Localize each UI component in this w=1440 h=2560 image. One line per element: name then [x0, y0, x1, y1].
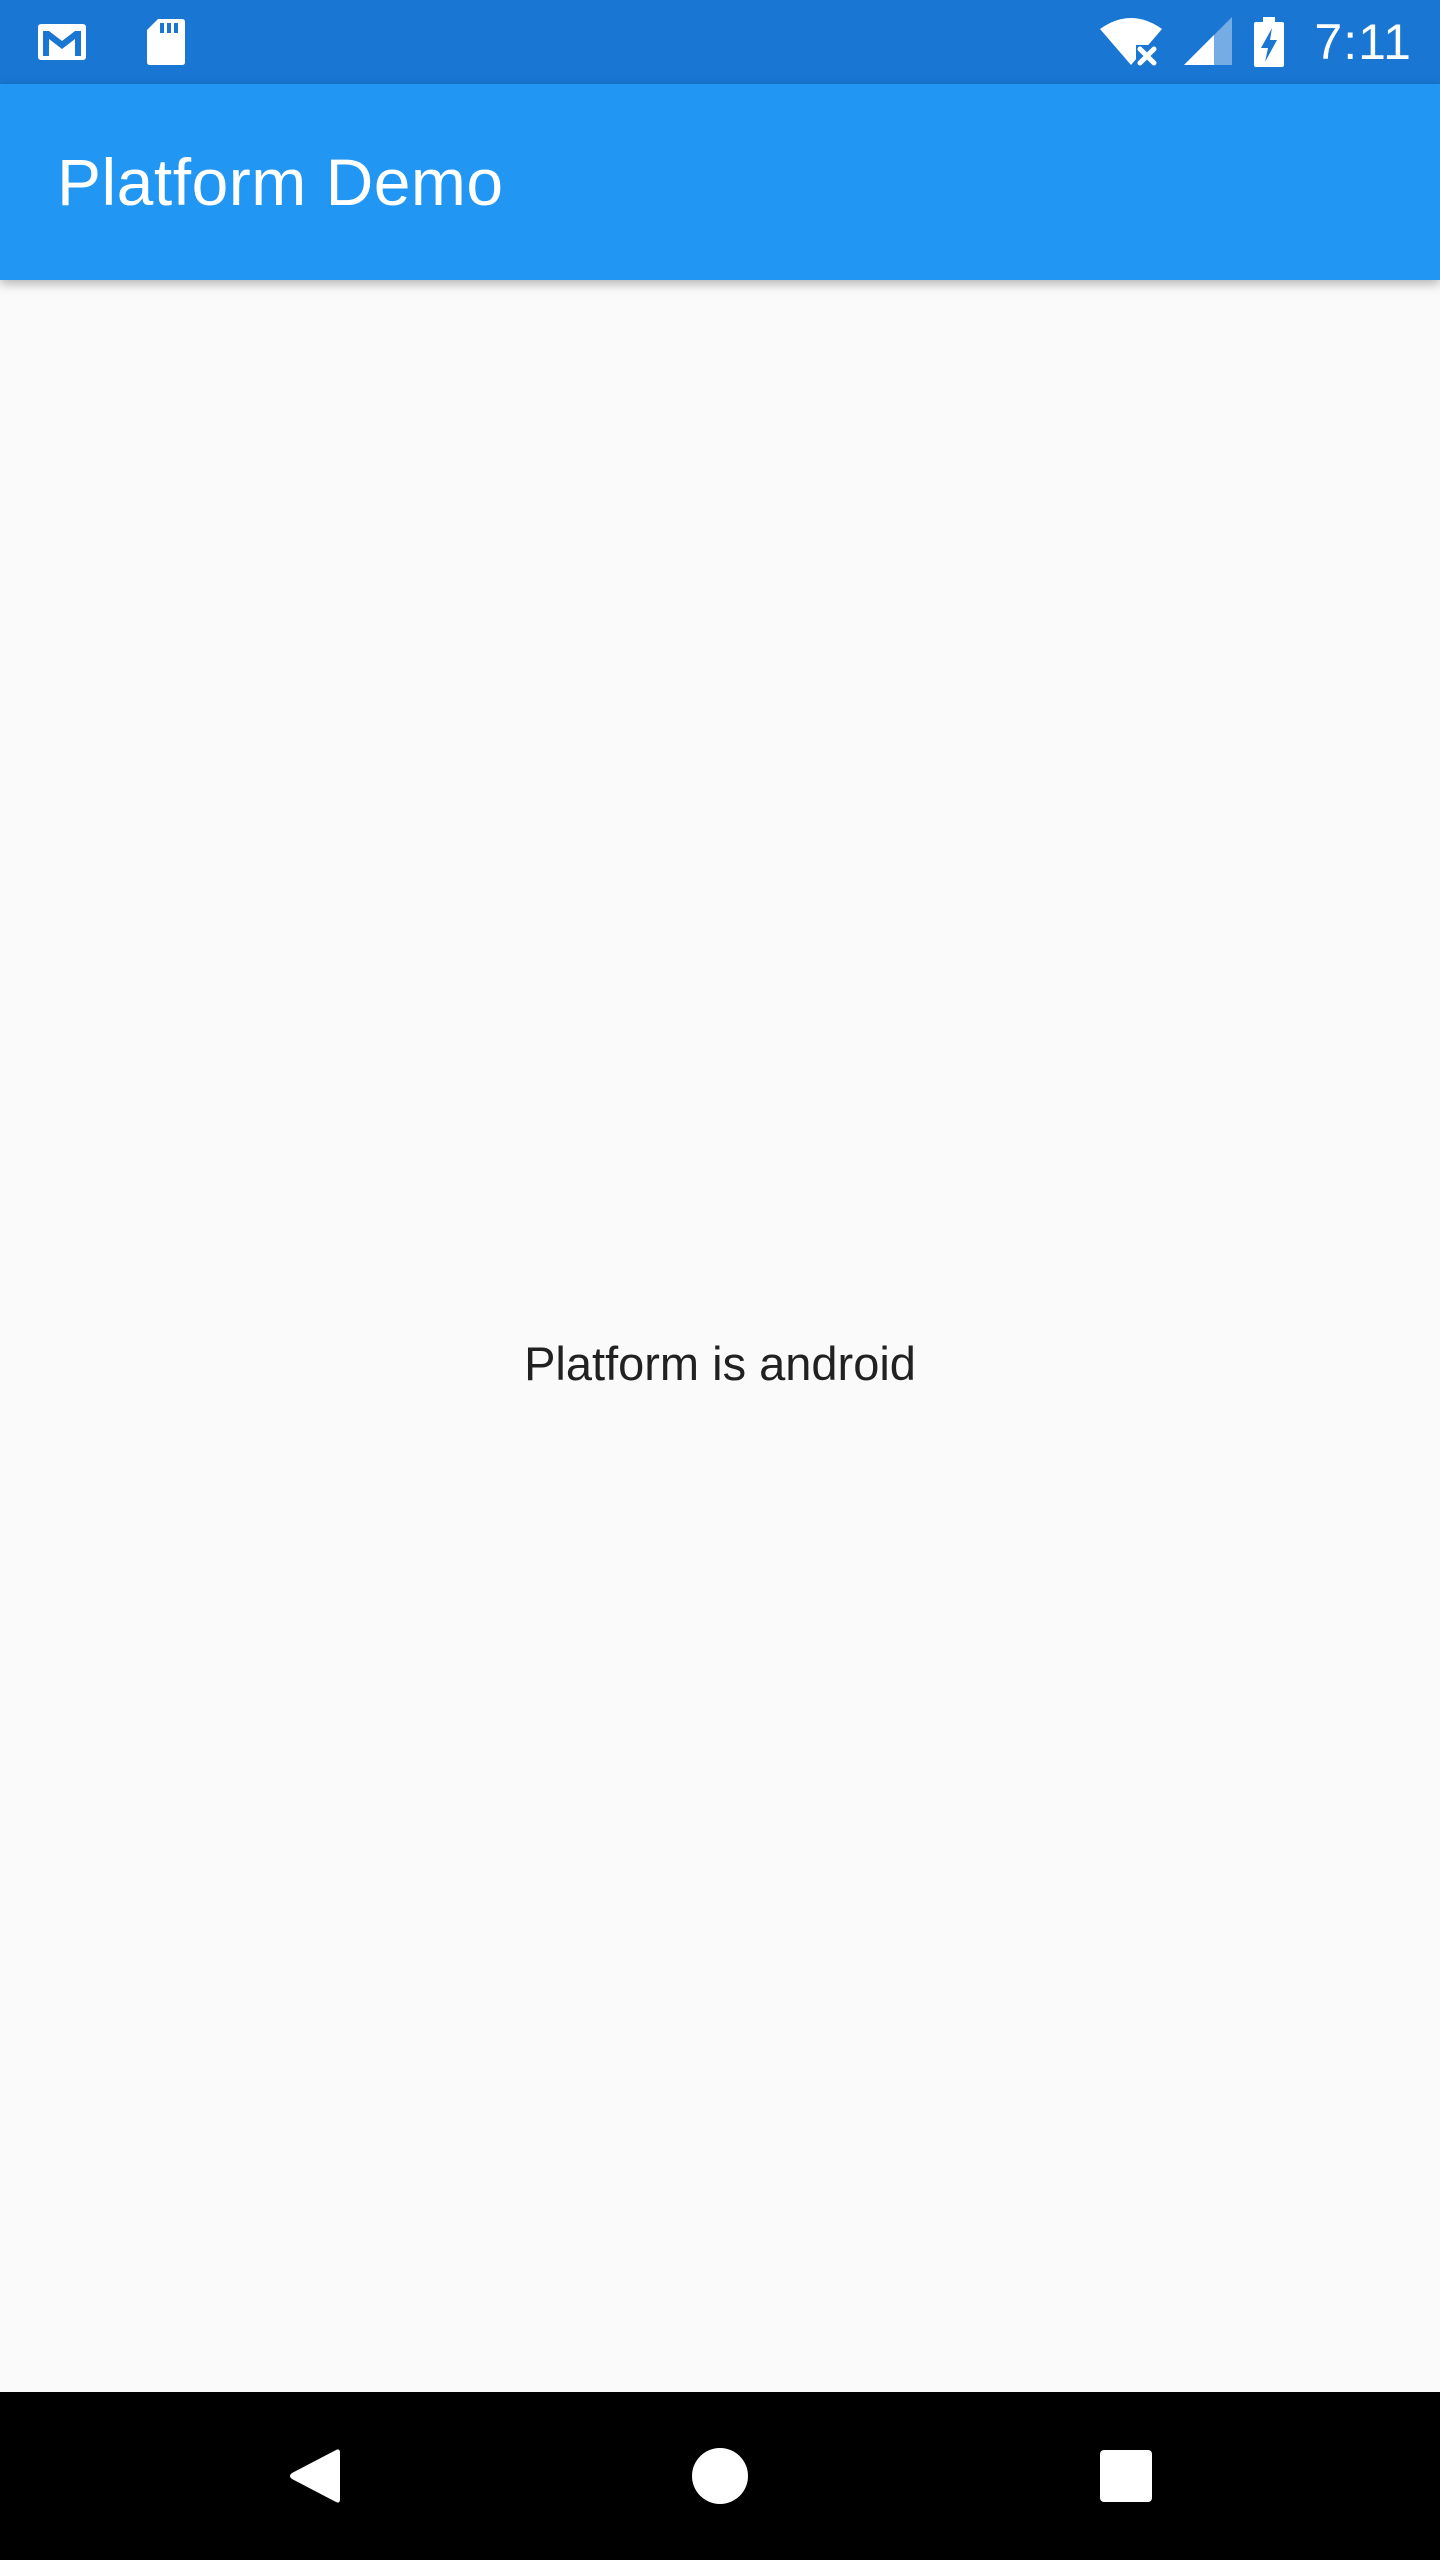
platform-message: Platform is android — [524, 1337, 916, 1390]
page-title: Platform Demo — [57, 145, 504, 219]
home-button[interactable] — [636, 2392, 804, 2560]
battery-charging-icon — [1252, 16, 1286, 68]
screen: 7:11 Platform Demo Platform is android — [0, 0, 1440, 2560]
recents-button[interactable] — [1042, 2392, 1210, 2560]
navigation-bar — [0, 2392, 1440, 2560]
status-bar: 7:11 — [0, 0, 1440, 84]
status-time: 7:11 — [1314, 14, 1412, 70]
sd-card-icon — [146, 17, 186, 67]
system-status: 7:11 — [1098, 12, 1412, 72]
main-content: Platform is android — [0, 280, 1440, 2392]
gmail-icon — [36, 22, 88, 62]
recents-icon — [1099, 2449, 1153, 2503]
back-button[interactable] — [230, 2392, 398, 2560]
app-bar: Platform Demo — [0, 84, 1440, 280]
cell-signal-icon — [1182, 17, 1234, 67]
wifi-off-icon — [1098, 17, 1164, 67]
notification-icons — [36, 18, 186, 66]
home-icon — [691, 2447, 749, 2505]
back-icon — [286, 2446, 342, 2506]
